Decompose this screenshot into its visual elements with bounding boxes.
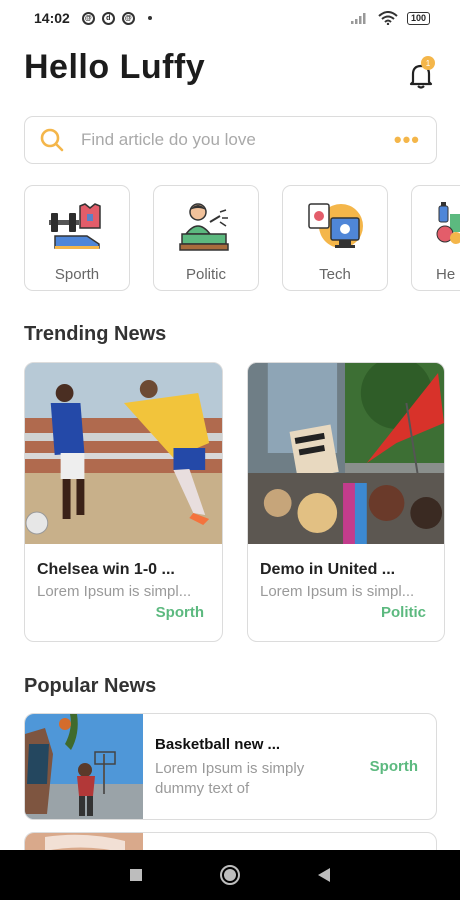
more-options-icon[interactable]: •••	[394, 129, 420, 151]
search-input[interactable]	[81, 130, 394, 150]
category-sport[interactable]: Sporth	[24, 185, 130, 291]
category-politic[interactable]: Politic	[153, 185, 259, 291]
sport-icon	[49, 203, 101, 249]
health-food-icon	[436, 202, 460, 244]
trending-card[interactable]: Chelsea win 1-0 ... Lorem Ipsum is simpl…	[24, 362, 223, 642]
trending-title: Trending News	[24, 323, 167, 345]
trending-card-title: Demo in United ...	[260, 561, 396, 578]
category-tech[interactable]: Tech	[282, 185, 388, 291]
news-app-screen: 14:02 @ d @ 100 Hello Luffy 1 Find artic…	[0, 0, 460, 900]
trending-card-category: Politic	[380, 604, 426, 621]
status-bar: 14:02 @ d @ 100	[0, 0, 460, 36]
system-navigation-bar	[0, 850, 460, 900]
popular-card-title: Basketball new ...	[155, 736, 281, 753]
trending-card-desc: Lorem Ipsum is simpl...	[260, 583, 415, 600]
greeting-title: Hello Luffy	[24, 48, 206, 86]
popular-card-body: Basketball new ... Lorem Ipsum is simply…	[143, 714, 436, 819]
trending-card-desc: Lorem Ipsum is simpl...	[37, 583, 192, 600]
recent-apps-icon[interactable]	[129, 868, 143, 882]
popular-image-basketball	[25, 714, 143, 819]
status-time: 14:02	[34, 10, 70, 26]
status-right: 100	[350, 11, 430, 25]
popular-title: Popular News	[24, 675, 157, 697]
category-label: Politic	[185, 266, 226, 283]
category-health[interactable]: He	[411, 185, 460, 291]
computer-icon	[308, 203, 363, 248]
home-icon[interactable]	[219, 864, 241, 886]
battery-icon: 100	[406, 11, 430, 25]
trending-card[interactable]: Demo in United ... Lorem Ipsum is simpl.…	[247, 362, 445, 642]
trending-image-football	[25, 363, 222, 544]
popular-card[interactable]: Basketball new ... Lorem Ipsum is simply…	[24, 713, 437, 820]
trending-card-category: Sporth	[155, 604, 204, 621]
notification-app-icon: @	[121, 11, 135, 25]
popular-card-category: Sporth	[369, 758, 418, 775]
search-bar[interactable]: •••	[24, 116, 437, 164]
back-icon[interactable]	[317, 867, 331, 883]
category-label: Tech	[319, 266, 351, 283]
more-notifications-dot	[147, 16, 152, 20]
category-label: He	[436, 266, 456, 283]
trending-image-protest	[248, 363, 444, 544]
signal-icon	[350, 13, 366, 24]
category-label: Sporth	[54, 266, 100, 283]
wifi-icon	[378, 11, 398, 25]
search-icon	[40, 128, 64, 152]
notification-app-icon: d	[101, 11, 115, 25]
trending-card-title: Chelsea win 1-0 ...	[37, 561, 175, 578]
notification-badge: 1	[421, 56, 435, 70]
popular-card-desc: Lorem Ipsum is simply dummy text of	[155, 760, 305, 797]
politician-icon	[179, 203, 229, 251]
category-list: Sporth Politic Tech He	[24, 185, 460, 291]
notification-app-icon: @	[81, 11, 95, 25]
